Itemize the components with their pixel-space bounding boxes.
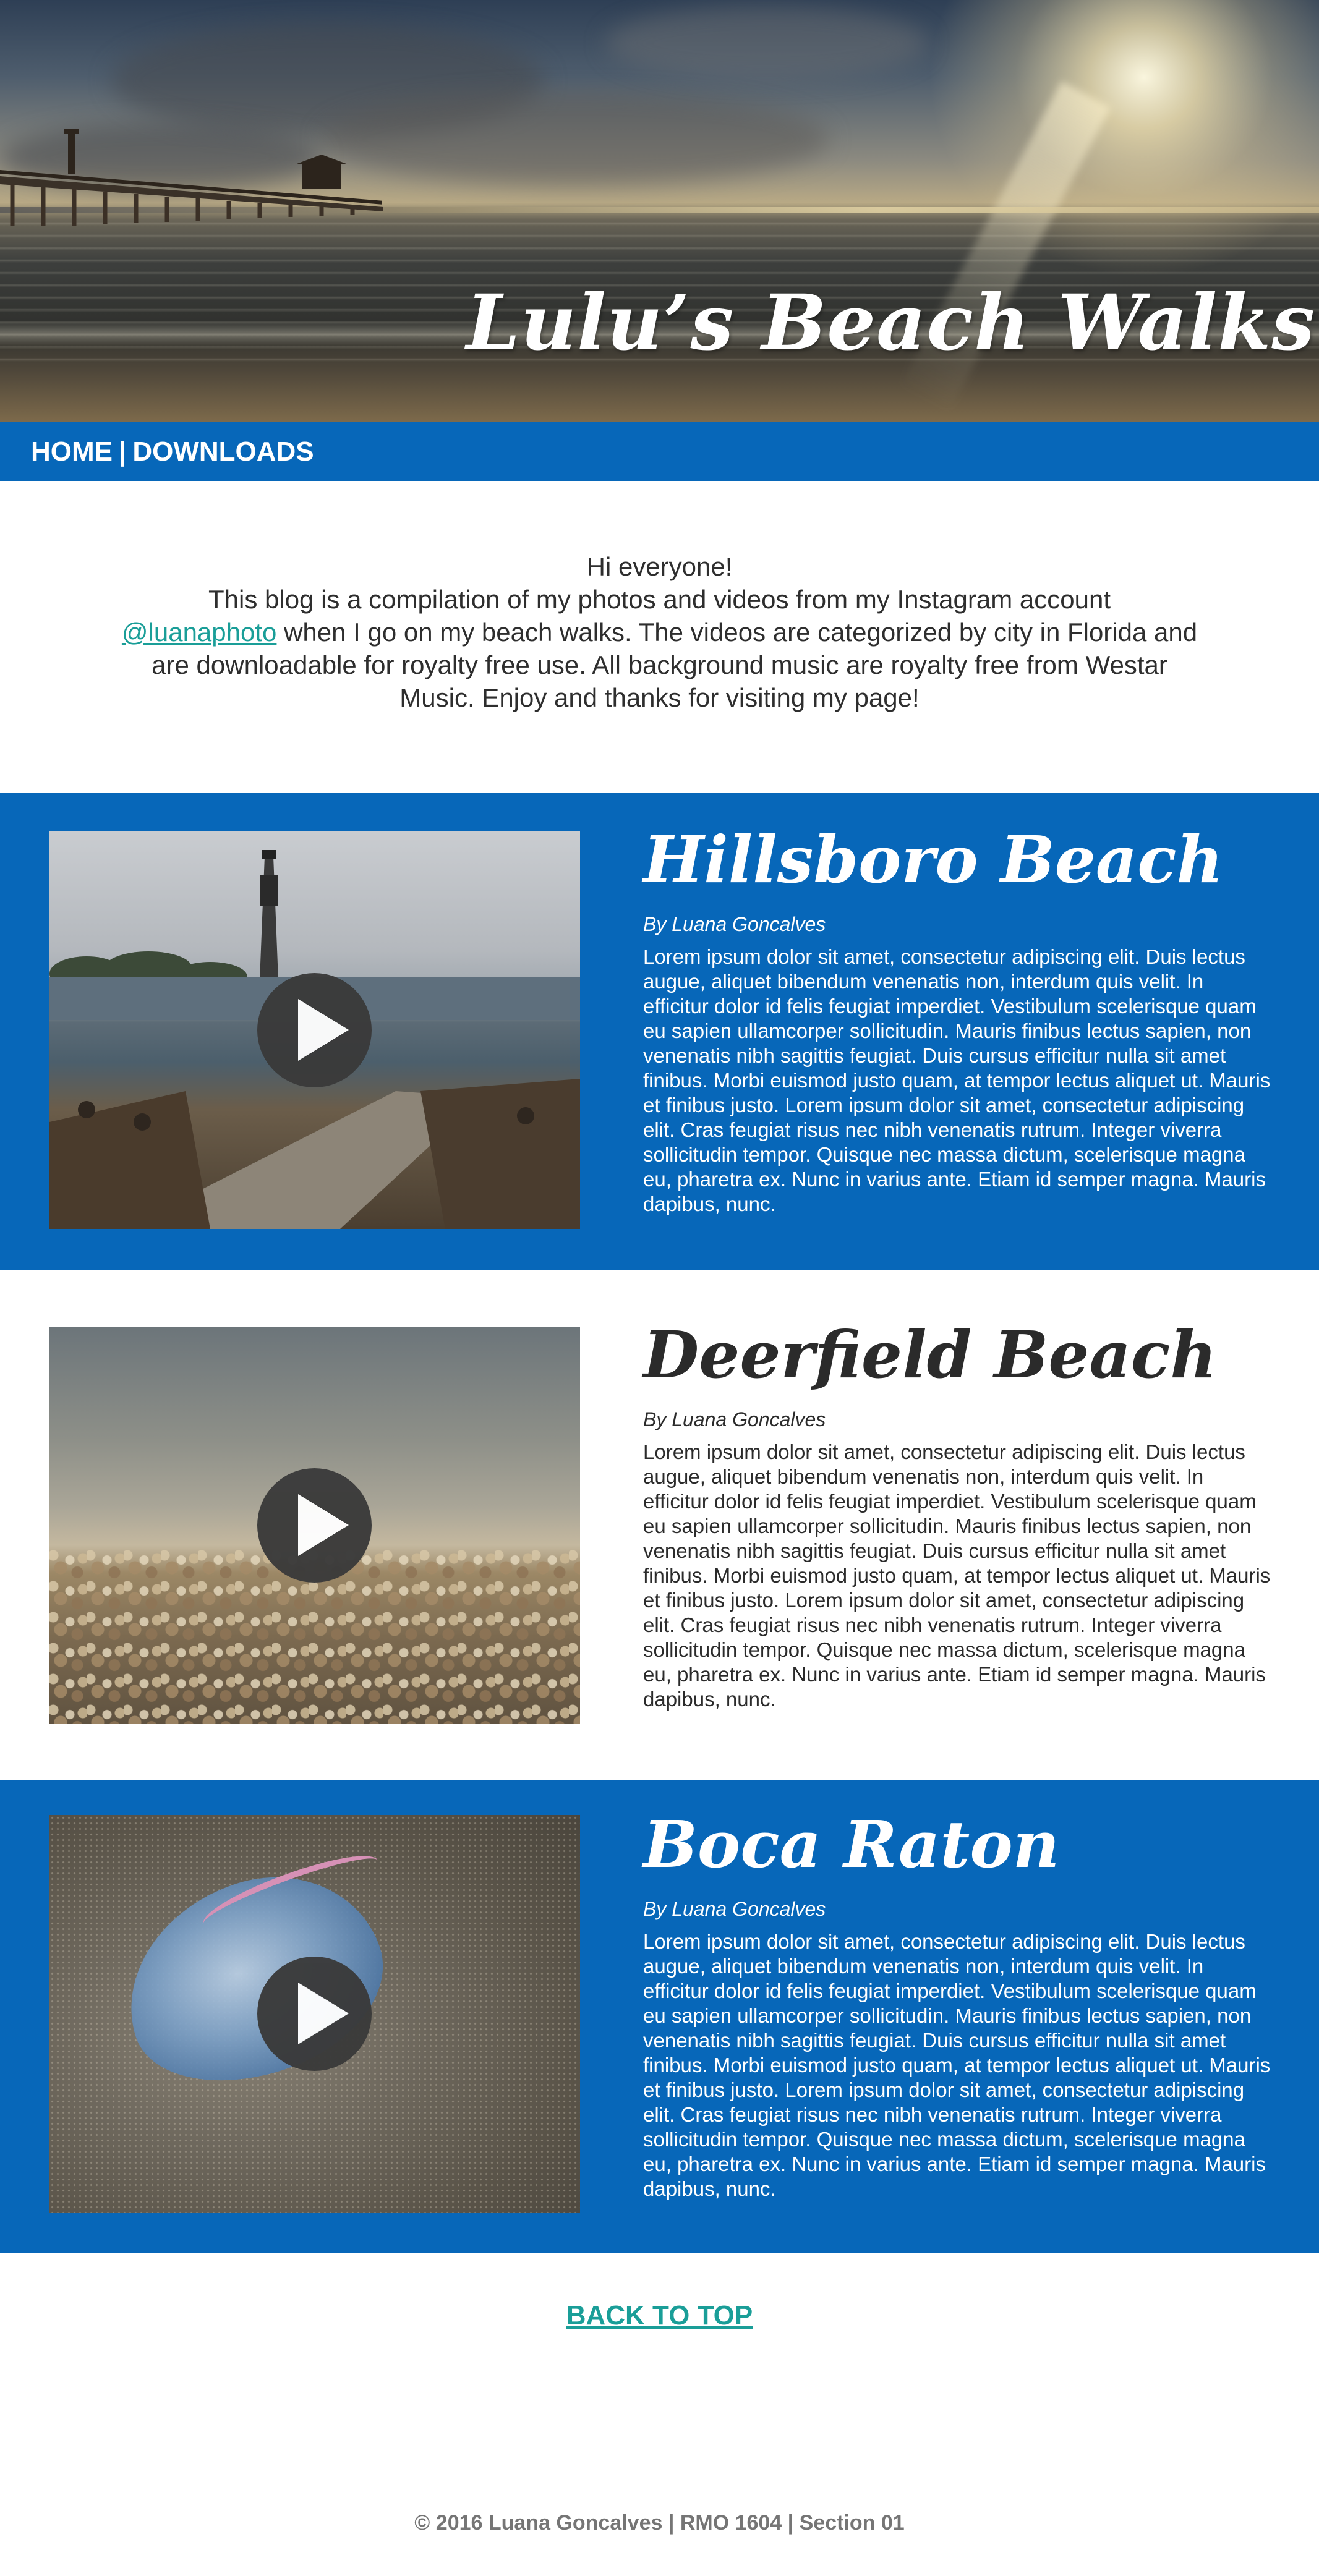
- section-title: Hillsboro Beach: [643, 822, 1224, 898]
- nav-link-home[interactable]: HOME: [31, 436, 113, 467]
- section-text: Hillsboro Beach By Luana Goncalves Lorem…: [643, 823, 1274, 1217]
- video-section-deerfield: Deerfield Beach By Luana Goncalves Lorem…: [0, 1270, 1319, 1780]
- nav-separator: |: [119, 436, 127, 467]
- video-thumbnail[interactable]: [49, 1327, 580, 1724]
- play-icon[interactable]: [257, 973, 372, 1087]
- intro-text: This blog is a compilation of my photos …: [116, 583, 1204, 714]
- hero-banner: Lulu’s Beach Walks: [0, 0, 1319, 422]
- intro-section: Hi everyone! This blog is a compilation …: [0, 481, 1319, 793]
- play-icon[interactable]: [257, 1468, 372, 1583]
- cloud: [322, 93, 829, 185]
- intro-greeting: Hi everyone!: [586, 552, 733, 581]
- footer: © 2016 Luana Goncalves | RMO 1604 | Sect…: [414, 2511, 905, 2535]
- video-section-boca: Boca Raton By Luana Goncalves Lorem ipsu…: [0, 1780, 1319, 2253]
- section-byline: By Luana Goncalves: [643, 1408, 826, 1430]
- video-thumbnail[interactable]: [49, 1815, 580, 2213]
- pier-silhouette: [0, 129, 383, 226]
- nav-link-downloads[interactable]: DOWNLOADS: [132, 436, 314, 467]
- section-body: Lorem ipsum dolor sit amet, consectetur …: [643, 945, 1271, 1215]
- site-title: Lulu’s Beach Walks: [466, 278, 1315, 368]
- back-to-top-area: BACK TO TOP: [0, 2253, 1319, 2412]
- play-icon[interactable]: [257, 1957, 372, 2071]
- intro-line1: This blog is a compilation of my photos …: [208, 585, 1111, 614]
- section-title: Boca Raton: [643, 1806, 1060, 1882]
- cloud: [606, 6, 928, 80]
- section-text: Deerfield Beach By Luana Goncalves Lorem…: [643, 1318, 1274, 1712]
- main-nav: HOME | DOWNLOADS: [0, 422, 1319, 481]
- section-body: Lorem ipsum dolor sit amet, consectetur …: [643, 1930, 1271, 2200]
- section-body: Lorem ipsum dolor sit amet, consectetur …: [643, 1440, 1271, 1711]
- back-to-top-link[interactable]: BACK TO TOP: [566, 2300, 753, 2331]
- instagram-handle-link[interactable]: @luanaphoto: [122, 618, 277, 647]
- section-title: Deerfield Beach: [643, 1317, 1217, 1393]
- section-byline: By Luana Goncalves: [643, 913, 826, 935]
- video-section-hillsboro: Hillsboro Beach By Luana Goncalves Lorem…: [0, 793, 1319, 1270]
- intro-line2: when I go on my beach walks. The videos …: [152, 618, 1198, 712]
- section-byline: By Luana Goncalves: [643, 1898, 826, 1920]
- video-thumbnail[interactable]: [49, 831, 580, 1229]
- section-text: Boca Raton By Luana Goncalves Lorem ipsu…: [643, 1808, 1274, 2201]
